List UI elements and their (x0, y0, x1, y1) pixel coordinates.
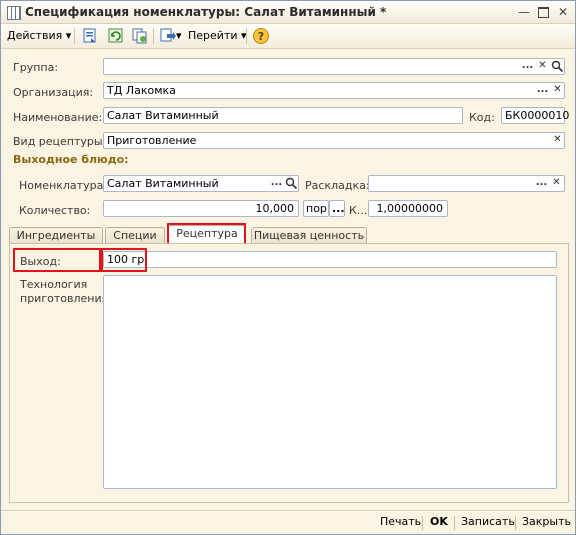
nomenclature-value: Салат Витаминный (107, 177, 219, 190)
goto-menu[interactable]: Перейти ▾ (188, 27, 247, 45)
toolbar-separator (74, 28, 75, 44)
recipe-type-label: Вид рецептуры: (13, 135, 107, 148)
select-ellipsis-icon[interactable]: ... (535, 83, 550, 98)
output-dish-section-title: Выходное блюдо: (13, 153, 129, 166)
k-field[interactable]: 1,00000000 (368, 200, 448, 217)
toolbar-separator (153, 28, 154, 44)
tab-spices-label: Специи (113, 229, 157, 242)
actions-label: Действия (7, 29, 63, 42)
unit-field[interactable]: пор (303, 200, 329, 217)
document-save-icon[interactable] (81, 27, 99, 45)
code-value: БК0000010 (505, 109, 570, 122)
maximize-icon[interactable] (536, 5, 550, 19)
clear-icon[interactable]: ✕ (550, 83, 565, 98)
recipe-type-field[interactable]: Приготовление ✕ (103, 132, 565, 149)
unit-select-button[interactable]: ... (329, 200, 345, 217)
ok-button[interactable]: OK (430, 515, 448, 528)
help-icon[interactable]: ? (252, 27, 270, 45)
window-title: Спецификация номенклатуры: Салат Витамин… (25, 5, 387, 19)
footer-separator (515, 516, 516, 530)
toolbar: Действия ▾ ▾ Перейти ▾ ? (1, 24, 575, 49)
nomenclature-field[interactable]: Салат Витаминный ... (103, 175, 299, 192)
document-icon (7, 6, 21, 20)
structure-icon[interactable] (159, 27, 177, 45)
layout-field[interactable]: ... ✕ (368, 175, 565, 192)
group-label: Группа: (13, 61, 59, 74)
name-value: Салат Витаминный (107, 109, 219, 122)
output-value-highlight (101, 248, 147, 272)
tab-spices[interactable]: Специи (105, 227, 165, 244)
layout-label: Раскладка: (305, 179, 370, 192)
clear-icon[interactable]: ✕ (535, 59, 550, 74)
quantity-value: 10,000 (255, 202, 295, 215)
title-bar: Спецификация номенклатуры: Салат Витамин… (1, 1, 575, 24)
organization-value: ТД Лакомка (107, 84, 176, 97)
select-ellipsis-icon[interactable]: ... (269, 176, 284, 191)
technology-label: Технология приготовления: (20, 278, 112, 305)
name-label: Наименование: (13, 111, 103, 124)
footer-separator (422, 516, 423, 530)
select-ellipsis-icon[interactable]: ... (520, 59, 535, 74)
nomenclature-label: Номенклатура: (19, 179, 108, 192)
close-button[interactable]: Закрыть (522, 515, 571, 528)
select-ellipsis-icon: ... (332, 202, 345, 215)
code-label: Код: (469, 111, 495, 124)
tab-ingredients-label: Ингредиенты (16, 229, 96, 242)
minimize-icon[interactable]: — (517, 5, 531, 19)
recipe-type-value: Приготовление (107, 134, 197, 147)
organization-field[interactable]: ТД Лакомка ... ✕ (103, 82, 565, 99)
save-button[interactable]: Записать (461, 515, 515, 528)
tab-nutrition[interactable]: Пищевая ценность (251, 227, 367, 244)
technology-textarea[interactable] (103, 275, 557, 489)
quantity-label: Количество: (19, 204, 91, 217)
close-icon[interactable]: ✕ (556, 5, 570, 19)
group-field[interactable]: ... ✕ (103, 58, 565, 75)
output-label-highlight (13, 248, 101, 272)
output-field[interactable]: 100 гр (103, 251, 557, 268)
unit-value: пор (306, 202, 327, 215)
toolbar-separator (246, 28, 247, 44)
select-ellipsis-icon[interactable]: ... (534, 176, 549, 191)
clear-icon[interactable]: ✕ (550, 133, 565, 148)
organization-label: Организация: (13, 86, 94, 99)
help-label: ? (258, 30, 264, 43)
copy-icon[interactable] (131, 27, 149, 45)
quantity-field[interactable]: 10,000 (103, 200, 299, 217)
tab-nutrition-label: Пищевая ценность (253, 229, 365, 242)
specification-window: Спецификация номенклатуры: Салат Витамин… (0, 0, 576, 535)
search-icon[interactable] (284, 176, 299, 191)
tab-ingredients[interactable]: Ингредиенты (9, 227, 103, 244)
refresh-icon[interactable] (107, 27, 125, 45)
print-button[interactable]: Печать (380, 515, 421, 528)
k-value: 1,00000000 (376, 202, 443, 215)
clear-icon[interactable]: ✕ (549, 176, 564, 191)
footer: Печать OK Записать Закрыть (1, 510, 575, 535)
actions-menu[interactable]: Действия ▾ (7, 27, 71, 45)
structure-dropdown-icon[interactable]: ▾ (176, 27, 182, 45)
k-label: К... (349, 204, 368, 217)
dropdown-arrow-icon: ▾ (65, 29, 72, 42)
goto-label: Перейти (188, 29, 238, 42)
open-icon[interactable] (550, 59, 565, 74)
footer-separator (454, 516, 455, 530)
name-field[interactable]: Салат Витаминный (103, 107, 463, 124)
code-field[interactable]: БК0000010 (501, 107, 569, 124)
